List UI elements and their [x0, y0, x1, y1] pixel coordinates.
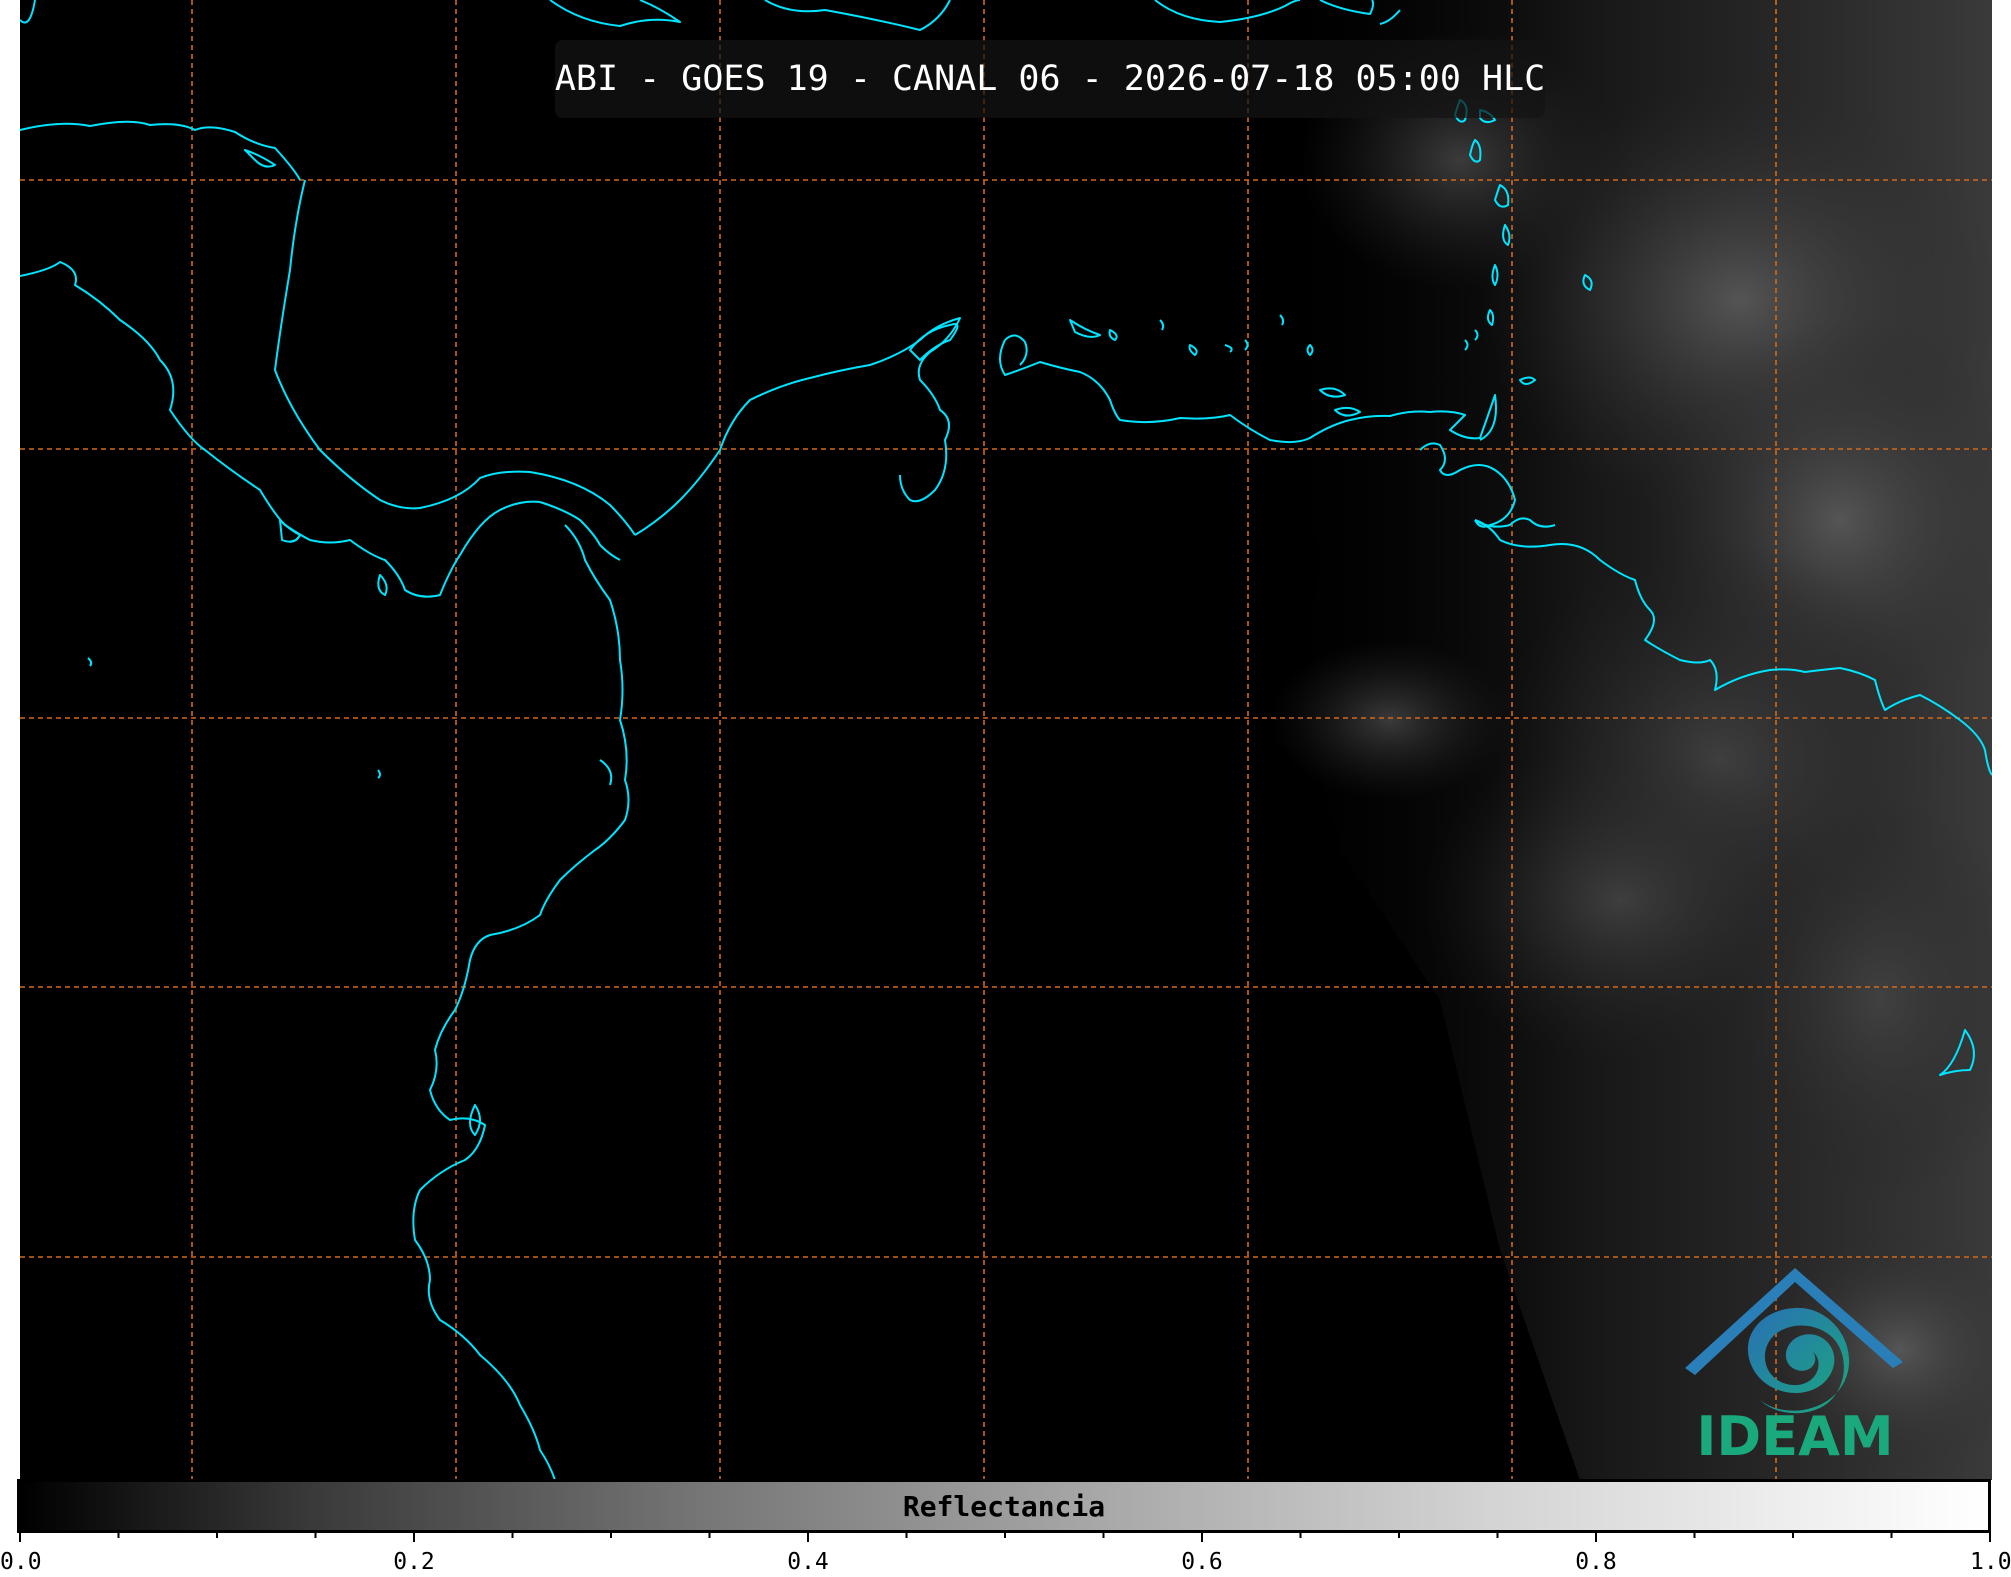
colorbar: Reflectancia — [17, 1479, 1991, 1533]
map-title: ABI - GOES 19 - CANAL 06 - 2026-07-18 05… — [554, 59, 1546, 99]
satellite-map: ABI - GOES 19 - CANAL 06 - 2026-07-18 05… — [20, 0, 1992, 1480]
colorbar-tick-label: 0.2 — [393, 1549, 435, 1575]
colorbar-tick-label: 0.8 — [1575, 1549, 1617, 1575]
colorbar-ticks: 0.0 0.2 0.4 0.6 0.8 1.0 — [0, 1530, 2011, 1575]
colorbar-tick-label: 0.4 — [787, 1549, 829, 1575]
map-title-box: ABI - GOES 19 - CANAL 06 - 2026-07-18 05… — [555, 40, 1545, 118]
ideam-logo-mark: IDEAM — [1685, 1268, 1903, 1468]
colorbar-label: Reflectancia — [902, 1489, 1106, 1523]
colorbar-tick-label: 0.0 — [0, 1549, 42, 1575]
colorbar-tick-label: 1.0 — [1970, 1549, 2011, 1575]
ideam-logo: IDEAM — [1665, 1250, 1925, 1475]
colorbar-tick-label: 0.6 — [1181, 1549, 1223, 1575]
ideam-logo-text: IDEAM — [1696, 1405, 1893, 1468]
colorbar-axis: 0.0 0.2 0.4 0.6 0.8 1.0 — [0, 1530, 2011, 1575]
